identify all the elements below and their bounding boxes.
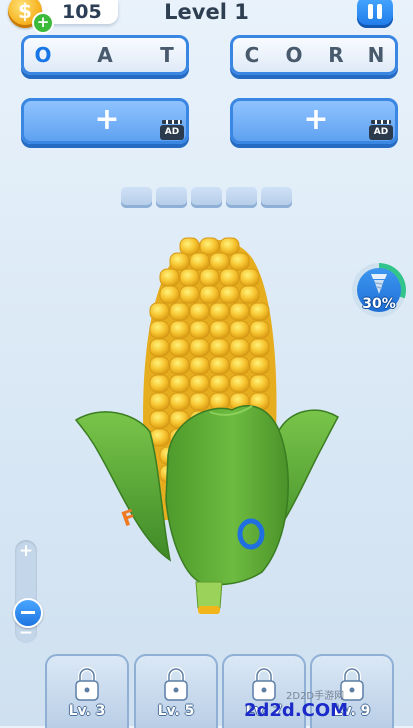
zoom-out-icon[interactable]: − (15, 623, 37, 643)
watermark: 2d2d.COM (244, 700, 349, 721)
lock-icon (164, 667, 188, 701)
tool-level-label: Lv. 5 (157, 703, 195, 719)
locked-tool[interactable]: Lv. 5 (134, 654, 218, 728)
locked-tool[interactable]: Lv. 3 (45, 654, 129, 728)
tool-level-label: Lv. 3 (68, 703, 106, 719)
progress-label: 30% (362, 296, 396, 312)
lock-icon (252, 667, 276, 701)
lock-icon (75, 667, 99, 701)
progress-badge: 30% (352, 263, 406, 317)
corn-object[interactable]: F (0, 0, 413, 726)
zoom-in-icon[interactable]: + (15, 541, 37, 561)
zoom-slider[interactable]: + − (13, 540, 43, 643)
